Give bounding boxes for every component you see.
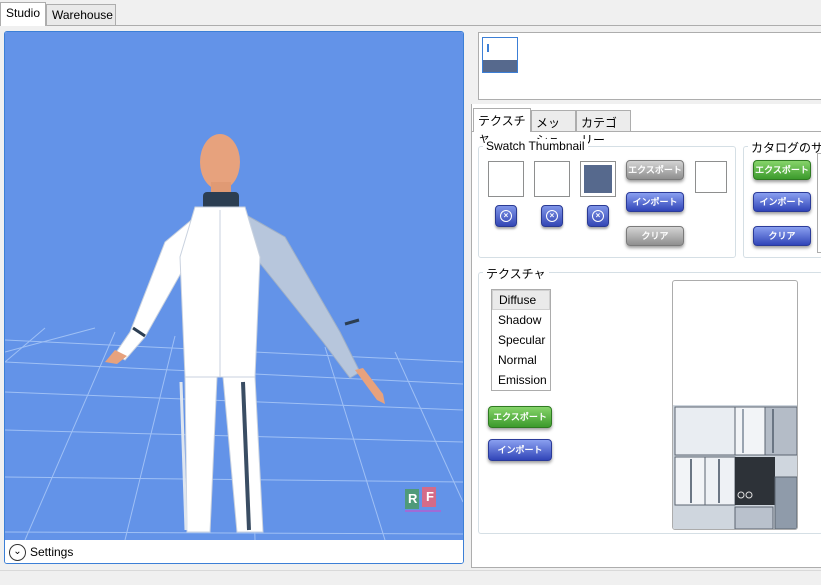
list-item-normal[interactable]: Normal <box>492 350 550 370</box>
swatch-slot-3[interactable] <box>580 161 616 197</box>
scene-render <box>5 134 463 541</box>
swatch-preview-slot[interactable] <box>695 161 727 193</box>
texture-atlas-image <box>673 405 797 529</box>
catalog-thumbnail-title: カタログのサムネ <box>748 139 821 156</box>
logo-letter-r: R <box>408 491 418 506</box>
list-item-diffuse[interactable]: Diffuse <box>492 290 550 310</box>
texture-preview <box>672 280 798 530</box>
texture-channel-list[interactable]: Diffuse Shadow Specular Normal Emission <box>491 289 551 391</box>
catalog-preview-slot <box>817 153 821 253</box>
swatch-1-clear-button[interactable]: × <box>495 205 517 227</box>
tab-texture[interactable]: テクスチャ <box>473 108 531 145</box>
thumbnail-item[interactable] <box>482 37 518 73</box>
swatch-2-clear-button[interactable]: × <box>541 205 563 227</box>
swatch-slot-2[interactable] <box>534 161 570 197</box>
figure-left-leg <box>184 376 218 533</box>
tab-mesh[interactable]: メッシュ <box>531 110 576 147</box>
3d-scene[interactable]: R F <box>5 32 463 541</box>
settings-label: Settings <box>30 545 74 559</box>
status-bar <box>0 570 821 585</box>
tab-warehouse-label: Warehouse <box>52 8 113 22</box>
swatch-slot-1[interactable] <box>488 161 524 197</box>
tab-category[interactable]: カテゴリー <box>576 110 631 147</box>
3d-viewport[interactable]: R F ⌄ Settings <box>4 31 464 564</box>
swatch-thumbnail-title: Swatch Thumbnail <box>483 139 588 153</box>
swatch-import-button[interactable]: インポート <box>626 192 684 212</box>
tab-strip-divider <box>0 25 821 26</box>
list-item-emission[interactable]: Emission <box>492 370 550 390</box>
swatch-3-clear-button[interactable]: × <box>587 205 609 227</box>
tab-studio[interactable]: Studio <box>0 2 46 26</box>
thumbnail-strip <box>478 32 821 100</box>
close-icon: × <box>500 210 512 222</box>
close-icon: × <box>546 210 558 222</box>
catalog-import-button[interactable]: インポート <box>753 192 811 212</box>
catalog-export-button[interactable]: エクスポート <box>753 160 811 180</box>
tab-studio-label: Studio <box>6 6 41 20</box>
catalog-clear-button[interactable]: クリア <box>753 226 811 246</box>
chevron-down-icon[interactable]: ⌄ <box>9 543 26 561</box>
figure-head <box>200 134 240 190</box>
list-item-specular[interactable]: Specular <box>492 330 550 350</box>
texture-group-title: テクスチャ <box>483 265 549 282</box>
swatch-export-button[interactable]: エクスポート <box>626 160 684 180</box>
swatch-clear-button[interactable]: クリア <box>626 226 684 246</box>
close-icon: × <box>592 210 604 222</box>
settings-expander[interactable]: ⌄ Settings <box>5 540 463 563</box>
logo-letter-f: F <box>426 489 434 504</box>
texture-export-button[interactable]: エクスポート <box>488 406 552 428</box>
texture-import-button[interactable]: インポート <box>488 439 552 461</box>
tab-warehouse[interactable]: Warehouse <box>46 4 116 25</box>
list-item-shadow[interactable]: Shadow <box>492 310 550 330</box>
